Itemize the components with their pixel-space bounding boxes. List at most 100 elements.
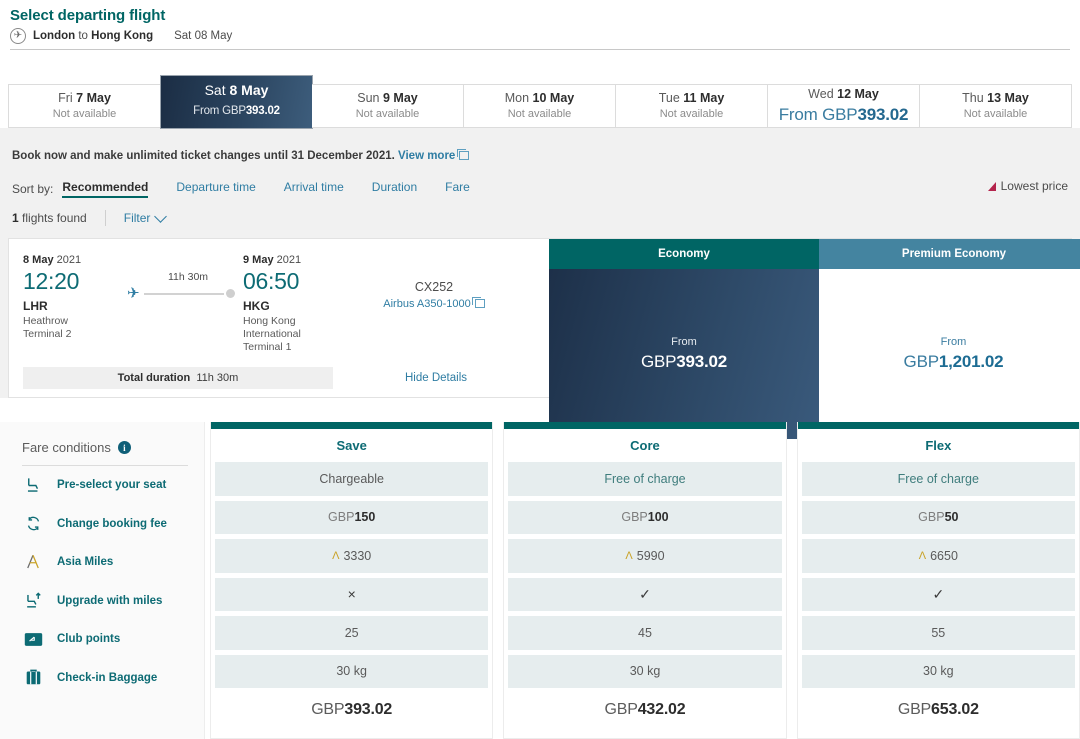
route-destination: Hong Kong: [91, 30, 153, 42]
fare-condition-row-3: Upgrade with miles: [22, 582, 190, 621]
fare-condition-label: Check-in Baggage: [57, 672, 157, 684]
date-tab-status: Not available: [508, 107, 572, 121]
date-tab-day: Fri 7 May: [58, 91, 111, 106]
fare-cell-club-points: 55: [802, 616, 1075, 650]
fare-condition-row-5: Check-in Baggage: [22, 659, 190, 698]
plane-circle-icon: ✈: [10, 28, 26, 44]
fare-cell-asia-miles: Λ5990: [508, 539, 781, 573]
promo-view-more-link[interactable]: View more: [398, 150, 455, 162]
cabin-header-1: Premium Economy: [819, 239, 1080, 269]
fare-column-name: Core: [504, 429, 785, 462]
aircraft-type[interactable]: Airbus A350-1000: [339, 296, 529, 312]
refresh-icon: [22, 515, 44, 532]
fare-column-name: Flex: [798, 429, 1079, 462]
date-tabs: Fri 7 MayNot availableSat 8 MayFrom GBP3…: [8, 76, 1072, 128]
sort-options: Recommended Departure time Arrival time Dur…: [62, 180, 497, 198]
filter-button[interactable]: Filter: [124, 211, 166, 225]
external-window-icon[interactable]: [475, 299, 485, 308]
seat-upgrade-icon: [22, 591, 44, 610]
fare-cell-baggage: 30 kg: [508, 655, 781, 689]
lowest-price-legend: Lowest price: [988, 179, 1068, 193]
fare-cell-upgrade: ×: [215, 578, 488, 612]
sort-option-4[interactable]: Fare: [445, 180, 470, 198]
sort-option-0[interactable]: Recommended: [62, 180, 148, 198]
flight-info: CX252 Airbus A350-1000: [339, 253, 529, 361]
sort-option-2[interactable]: Arrival time: [284, 180, 344, 198]
info-icon[interactable]: i: [118, 441, 131, 454]
fare-column-total-price: GBP393.02: [211, 693, 492, 727]
fare-column-accent-bar: [504, 422, 785, 429]
date-tab-day: Sun 9 May: [357, 91, 417, 106]
route-summary: London to Hong Kong: [33, 30, 153, 42]
cabin-panel-0: EconomyFromGBP393.02: [549, 239, 819, 439]
date-tab-2[interactable]: Sun 9 MayNot available: [312, 84, 464, 128]
fare-condition-label: Asia Miles: [57, 556, 113, 568]
departure-time: 12:20: [23, 267, 119, 295]
fare-condition-label: Change booking fee: [57, 518, 167, 530]
route-origin: London: [33, 30, 75, 42]
external-window-icon[interactable]: [459, 151, 469, 160]
fare-column-name: Save: [211, 429, 492, 462]
date-tab-day: Thu 13 May: [962, 91, 1029, 106]
departure-date: 8 May 2021: [23, 253, 119, 267]
fare-column-flex[interactable]: FlexFree of chargeGBP50Λ6650✓5530 kgGBP6…: [797, 422, 1080, 739]
flight-number: CX252: [339, 279, 529, 296]
departure-block: 8 May 2021 12:20 LHR Heathrow Terminal 2: [23, 253, 119, 361]
date-tabs-container: Fri 7 MayNot availableSat 8 MayFrom GBP3…: [0, 54, 1080, 128]
seat-icon: [22, 476, 44, 495]
flight-selection-page: Select departing flight ✈ London to Hong…: [0, 0, 1080, 739]
sort-option-3[interactable]: Duration: [372, 180, 417, 198]
results-band: Book now and make unlimited ticket chang…: [0, 128, 1080, 398]
fare-condition-row-0: Pre-select your seat: [22, 466, 190, 505]
cabin-price-panel-1[interactable]: FromGBP1,201.02: [819, 269, 1080, 439]
fare-column-save[interactable]: SaveChargeableGBP150Λ3330×2530 kgGBP393.…: [210, 422, 493, 739]
fare-columns: SaveChargeableGBP150Λ3330×2530 kgGBP393.…: [205, 422, 1080, 739]
club-points-icon: [22, 632, 44, 647]
fare-cell-upgrade: ✓: [508, 578, 781, 612]
fare-conditions-title: Fare conditions i: [22, 440, 190, 455]
fare-cell-upgrade: ✓: [802, 578, 1075, 612]
date-tab-1[interactable]: Sat 8 MayFrom GBP393.02: [161, 76, 312, 128]
page-header: Select departing flight ✈ London to Hong…: [0, 0, 1080, 54]
segment-duration: 11h 30m: [127, 271, 235, 283]
cabin-header-0: Economy: [549, 239, 819, 269]
plane-icon: ✈: [127, 286, 140, 301]
sort-label: Sort by:: [12, 182, 53, 196]
fare-conditions-list: Pre-select your seat Change booking fee As…: [22, 466, 190, 697]
results-count-bar: 1 flights found Filter: [0, 198, 1080, 238]
sort-option-1[interactable]: Departure time: [176, 180, 255, 198]
promo-text: Book now and make unlimited ticket chang…: [12, 150, 398, 162]
baggage-icon: [22, 668, 44, 687]
breadcrumb: ✈ London to Hong Kong Sat 08 May: [10, 28, 1070, 44]
fare-cell-baggage: 30 kg: [802, 655, 1075, 689]
page-title: Select departing flight: [10, 6, 1070, 25]
lowest-price-triangle-icon: [988, 182, 996, 191]
date-tab-5[interactable]: Wed 12 MayFrom GBP393.02: [768, 84, 920, 128]
cabin-price: GBP1,201.02: [904, 350, 1004, 373]
cabin-class-panels: EconomyFromGBP393.02Premium EconomyFromG…: [549, 239, 1080, 439]
flight-duration-bar: 11h 30m ✈: [119, 253, 243, 361]
date-tab-day: Tue 11 May: [659, 91, 725, 106]
date-tab-6[interactable]: Thu 13 MayNot available: [920, 84, 1072, 128]
fare-condition-row-2: Asia Miles: [22, 543, 190, 582]
toggle-details-button[interactable]: Hide Details: [405, 372, 467, 384]
fare-condition-label: Pre-select your seat: [57, 479, 166, 491]
header-divider: [10, 49, 1070, 50]
cabin-price-panel-0[interactable]: FromGBP393.02: [549, 269, 819, 439]
date-tab-0[interactable]: Fri 7 MayNot available: [8, 84, 161, 128]
fare-column-accent-bar: [798, 422, 1079, 429]
fare-column-core[interactable]: CoreFree of chargeGBP100Λ5990✓4530 kgGBP…: [503, 422, 786, 739]
fare-cell-change-fee: GBP100: [508, 501, 781, 535]
departure-airport-name: Heathrow: [23, 315, 119, 328]
arrival-airport-code: HKG: [243, 297, 339, 315]
date-tab-day: Mon 10 May: [505, 91, 575, 106]
sort-bar: Sort by: Recommended Departure time Arriva…: [0, 172, 1080, 198]
arrival-time: 06:50: [243, 267, 339, 295]
flight-itinerary: 8 May 2021 12:20 LHR Heathrow Terminal 2…: [9, 253, 339, 361]
route-line: ✈: [127, 286, 235, 301]
date-tab-3[interactable]: Mon 10 MayNot available: [464, 84, 616, 128]
fare-column-accent-bar: [211, 422, 492, 429]
fare-cell-change-fee: GBP150: [215, 501, 488, 535]
fare-cell-seat: Free of charge: [802, 462, 1075, 496]
date-tab-4[interactable]: Tue 11 MayNot available: [616, 84, 768, 128]
